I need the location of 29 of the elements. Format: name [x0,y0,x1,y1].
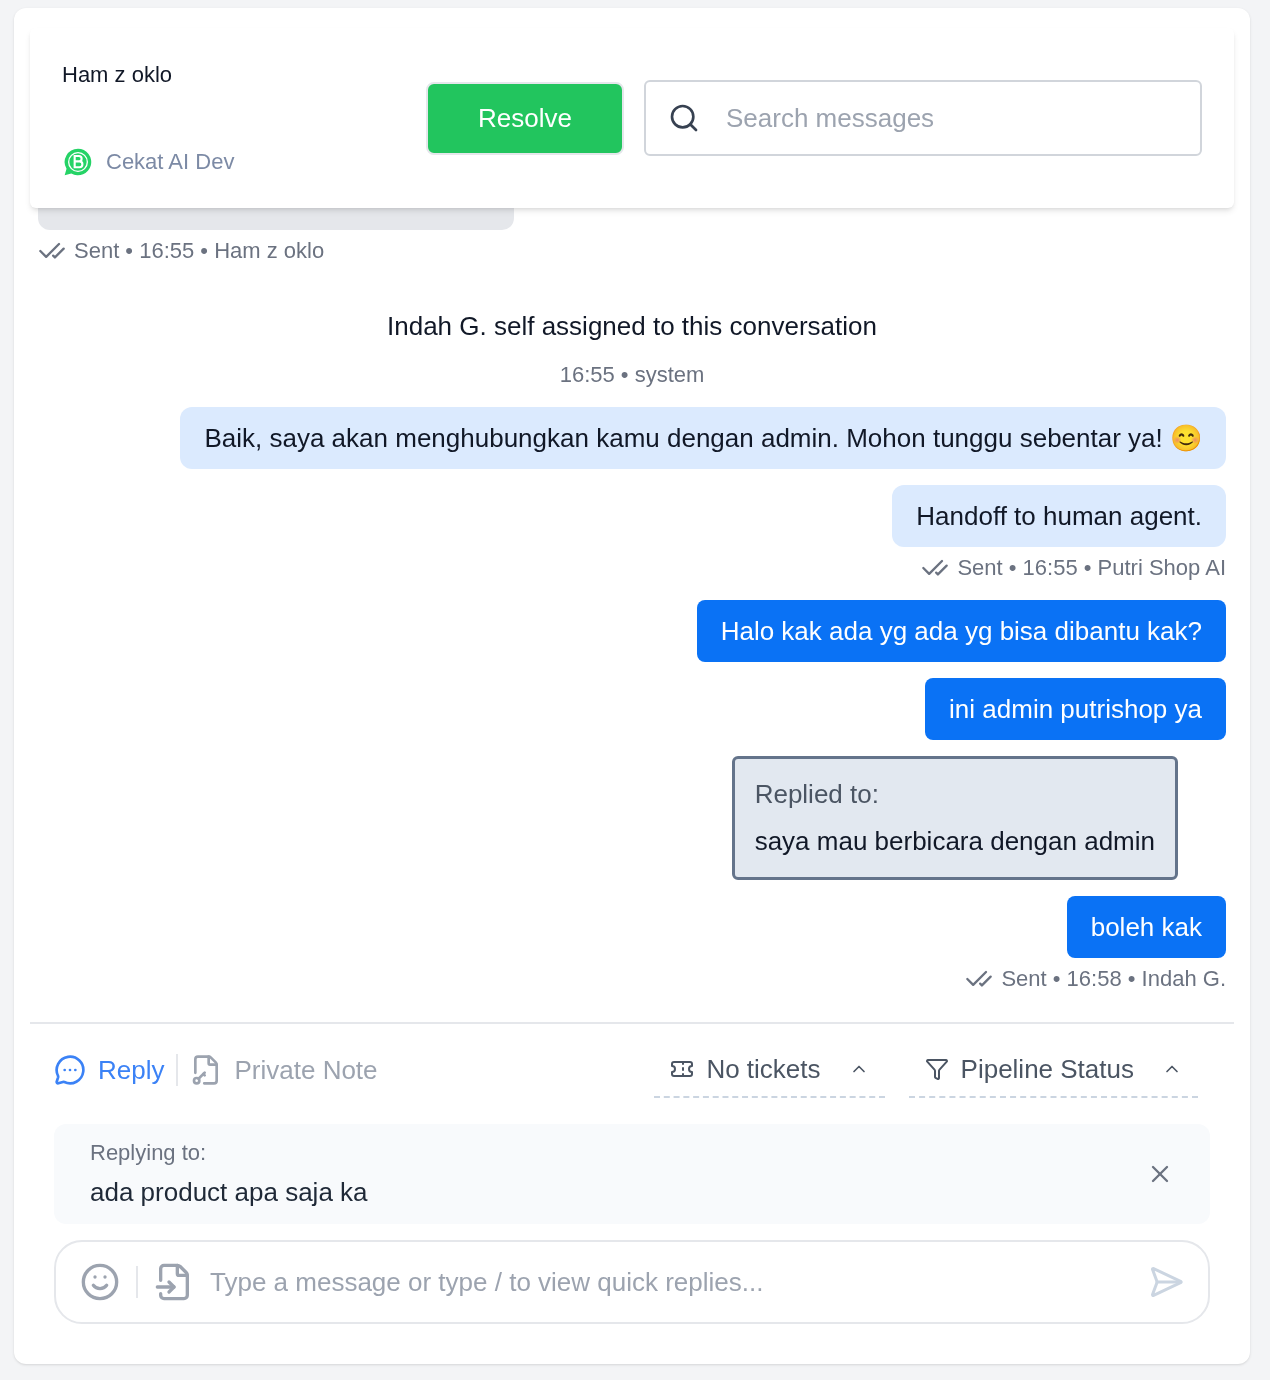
filter-icon [924,1057,949,1081]
message-meta: Sent • 16:58 • Indah G. [1001,965,1226,993]
message-meta: Sent • 16:55 • Putri Shop AI [957,554,1226,582]
message-bubble: Halo kak ada yg ada yg bisa dibantu kak? [696,600,1226,662]
message-bubble: Baik, saya akan menghubungkan kamu dengan admin. Mohon tunggu sebentar ya! 😊 [180,407,1226,469]
quote-text: saya mau berbicara dengan admin [754,825,1155,858]
composer-dropdown[interactable]: No tickets [654,1042,885,1098]
message-bubble: ini admin putrishop ya [925,678,1226,740]
message-bubble: boleh kak [1066,896,1226,958]
quote-label: Replied to: [754,778,880,811]
message-bubble: Handoff to human agent. [892,485,1226,547]
inbox-name: Cekat AI Dev [106,148,235,176]
reply-preview-text: ada product apa saja ka [90,1176,369,1209]
chat-bubble-icon [54,1054,86,1086]
search-field[interactable]: Search messages [644,80,1202,156]
message-input[interactable]: Type a message or type / to view quick replies... [210,1262,1132,1302]
reply-preview-label: Replying to: [90,1139,208,1167]
system-message: Indah G. self assigned to this conversation [387,310,877,343]
composer-dropdown[interactable]: Pipeline Status [908,1042,1198,1098]
message-meta: 16:55 • system [559,361,705,389]
message-meta: Sent • 16:55 • Ham z oklo [74,237,325,265]
contact-name: Ham z oklo [62,61,174,89]
send-icon[interactable] [1148,1264,1184,1300]
emoji-icon[interactable] [80,1262,120,1302]
composer-tab[interactable]: Reply [54,1050,165,1090]
composer-tab[interactable]: Private Note [190,1050,378,1090]
resolve-button[interactable]: Resolve [426,81,624,155]
search-icon [668,102,700,134]
composer-box[interactable]: Type a message or type / to view quick replies... [54,1240,1210,1324]
